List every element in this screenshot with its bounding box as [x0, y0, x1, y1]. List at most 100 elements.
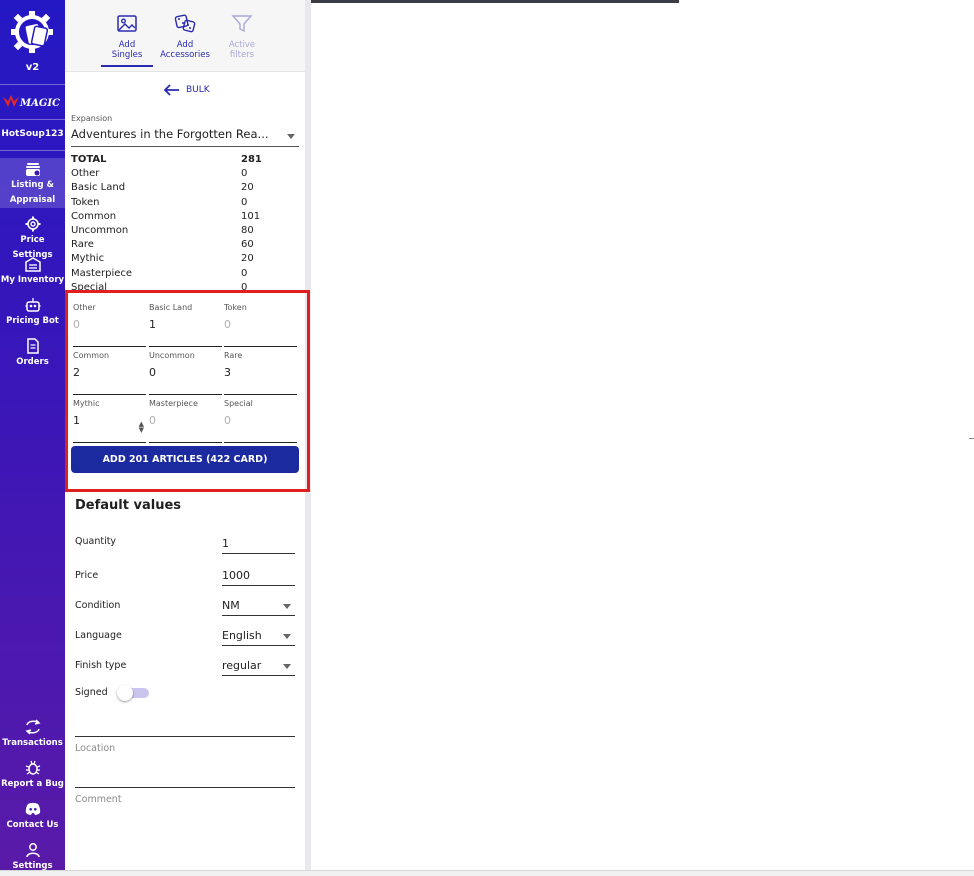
arrow-left-icon: [164, 84, 179, 96]
rarity-stats-list: TOTAL 281 Other 0 Basic Land 20 Token 0 Common 10…: [71, 153, 301, 290]
app-logo-gear-icon[interactable]: [10, 10, 55, 55]
tab-add-singles[interactable]: Add Singles: [99, 14, 155, 60]
tab-active-filters[interactable]: Active filters: [214, 14, 270, 60]
stat-value: 80: [241, 224, 254, 236]
qty-field-other[interactable]: Other 0: [73, 303, 146, 347]
stat-value: 0: [241, 196, 248, 208]
qty-field-label: Common: [73, 351, 110, 360]
price-input[interactable]: 1000: [222, 567, 295, 586]
stat-value: 0: [241, 267, 248, 279]
comment-input[interactable]: [75, 787, 295, 788]
discord-icon: [25, 802, 40, 815]
bulk-back-button[interactable]: BULK: [164, 84, 210, 96]
add-articles-button[interactable]: ADD 201 ARTICLES (422 CARD): [71, 446, 299, 473]
location-input[interactable]: [75, 736, 295, 737]
qty-field-value: 2: [73, 366, 80, 379]
sidebar-item-transactions[interactable]: Transactions: [0, 719, 65, 751]
signed-label: Signed: [75, 687, 108, 698]
chevron-down-icon: [283, 604, 291, 609]
qty-field-rare[interactable]: Rare 3: [224, 351, 297, 395]
sidebar-item-orders[interactable]: Orders: [0, 338, 65, 370]
sidebar-item-label: Report a Bug: [1, 779, 64, 789]
finish-type-select[interactable]: regular: [222, 657, 295, 676]
stat-value: 0: [241, 168, 248, 180]
sidebar-item-label: Contact Us: [6, 820, 59, 830]
sidebar-item-label: Orders: [16, 357, 49, 367]
sidebar-item-listing-appraisal[interactable]: Listing & Appraisal: [0, 158, 65, 208]
stat-row: Mythic 20: [71, 252, 301, 266]
expansion-label: Expansion: [71, 114, 113, 123]
sidebar-item-label: Transactions: [2, 738, 63, 748]
stat-name: Other: [71, 168, 100, 180]
tab-label-line2: Accessories: [160, 50, 210, 60]
qty-field-token[interactable]: Token 0: [224, 303, 297, 347]
bottom-bar: [0, 870, 974, 876]
app-version: v2: [25, 62, 40, 73]
panel-tabs: Add Singles Add Accessories Active filte…: [65, 0, 305, 72]
qty-field-label: Rare: [224, 351, 243, 360]
qty-field-value: 0: [73, 318, 80, 331]
condition-select[interactable]: NM: [222, 597, 295, 616]
qty-field-value: 0: [224, 414, 231, 427]
stat-name: Masterpiece: [71, 267, 133, 279]
chevron-down-icon: [283, 664, 291, 669]
stat-value: 60: [241, 239, 254, 251]
qty-field-label: Token: [224, 303, 247, 312]
signed-toggle[interactable]: [117, 685, 149, 701]
condition-label: Condition: [75, 600, 121, 611]
number-stepper-icon[interactable]: ▲ ▼: [139, 421, 144, 434]
stat-value: 20: [241, 253, 254, 265]
qty-field-common[interactable]: Common 2: [73, 351, 146, 395]
location-placeholder: Location: [75, 743, 116, 754]
sidebar-item-contact-us[interactable]: Contact Us: [0, 801, 65, 833]
qty-field-value: 0: [224, 318, 231, 331]
magic-game-logo[interactable]: MAGIC: [2, 93, 64, 111]
qty-field-mythic[interactable]: Mythic 1 ▲ ▼: [73, 399, 146, 443]
stat-row: Token 0: [71, 196, 301, 210]
sidebar-item-label: My Inventory: [0, 275, 65, 285]
expansion-select[interactable]: Adventures in the Forgotten Rea...: [71, 127, 299, 147]
default-values-title: Default values: [75, 498, 181, 513]
qty-field-label: Other: [73, 303, 96, 312]
language-value: English: [222, 629, 262, 642]
window-top-border: [310, 0, 679, 3]
quantity-label: Quantity: [75, 536, 117, 547]
stat-name: Uncommon: [71, 224, 129, 236]
qty-field-label: Mythic: [73, 399, 100, 408]
stat-row: Other 0: [71, 167, 301, 181]
tab-add-accessories[interactable]: Add Accessories: [157, 14, 213, 60]
sidebar-item-my-inventory[interactable]: My Inventory: [0, 256, 65, 288]
tab-label-line1: Add: [176, 40, 194, 50]
image-icon: [117, 15, 137, 32]
qty-field-masterpiece[interactable]: Masterpiece 0: [149, 399, 222, 443]
cards-stack-icon: [25, 163, 40, 176]
stat-row: Masterpiece 0: [71, 267, 301, 281]
qty-field-value: 0: [149, 414, 156, 427]
stat-row: Basic Land 20: [71, 181, 301, 195]
warehouse-icon: [24, 257, 41, 272]
stat-name: Token: [71, 196, 100, 208]
gear-icon: [25, 216, 40, 232]
qty-field-basic-land[interactable]: Basic Land 1: [149, 303, 222, 347]
bulk-label: BULK: [186, 85, 210, 95]
username[interactable]: HotSoup123: [0, 129, 65, 139]
sidebar-item-report-bug[interactable]: Report a Bug: [0, 760, 65, 792]
stat-value: 20: [241, 182, 254, 194]
sidebar-divider: [0, 119, 65, 120]
qty-field-label: Masterpiece: [149, 399, 198, 408]
sidebar-item-pricing-bot[interactable]: Pricing Bot: [0, 297, 65, 329]
stat-name: Basic Land: [71, 182, 126, 194]
svg-text:MAGIC: MAGIC: [19, 98, 60, 109]
qty-field-special[interactable]: Special 0: [224, 399, 297, 443]
qty-field-uncommon[interactable]: Uncommon 0: [149, 351, 222, 395]
user-icon: [25, 843, 40, 858]
language-select[interactable]: English: [222, 627, 295, 646]
chevron-down-icon: [283, 634, 291, 639]
resize-handle[interactable]: [969, 438, 974, 439]
sidebar: v2 MAGIC HotSoup123 Listing & Appraisal …: [0, 0, 65, 876]
stat-row: Special 0: [71, 281, 301, 290]
quantity-input[interactable]: 1: [222, 535, 295, 554]
tab-label-line2: filters: [229, 50, 255, 60]
stat-value: 281: [241, 154, 262, 165]
sidebar-divider: [0, 150, 65, 151]
